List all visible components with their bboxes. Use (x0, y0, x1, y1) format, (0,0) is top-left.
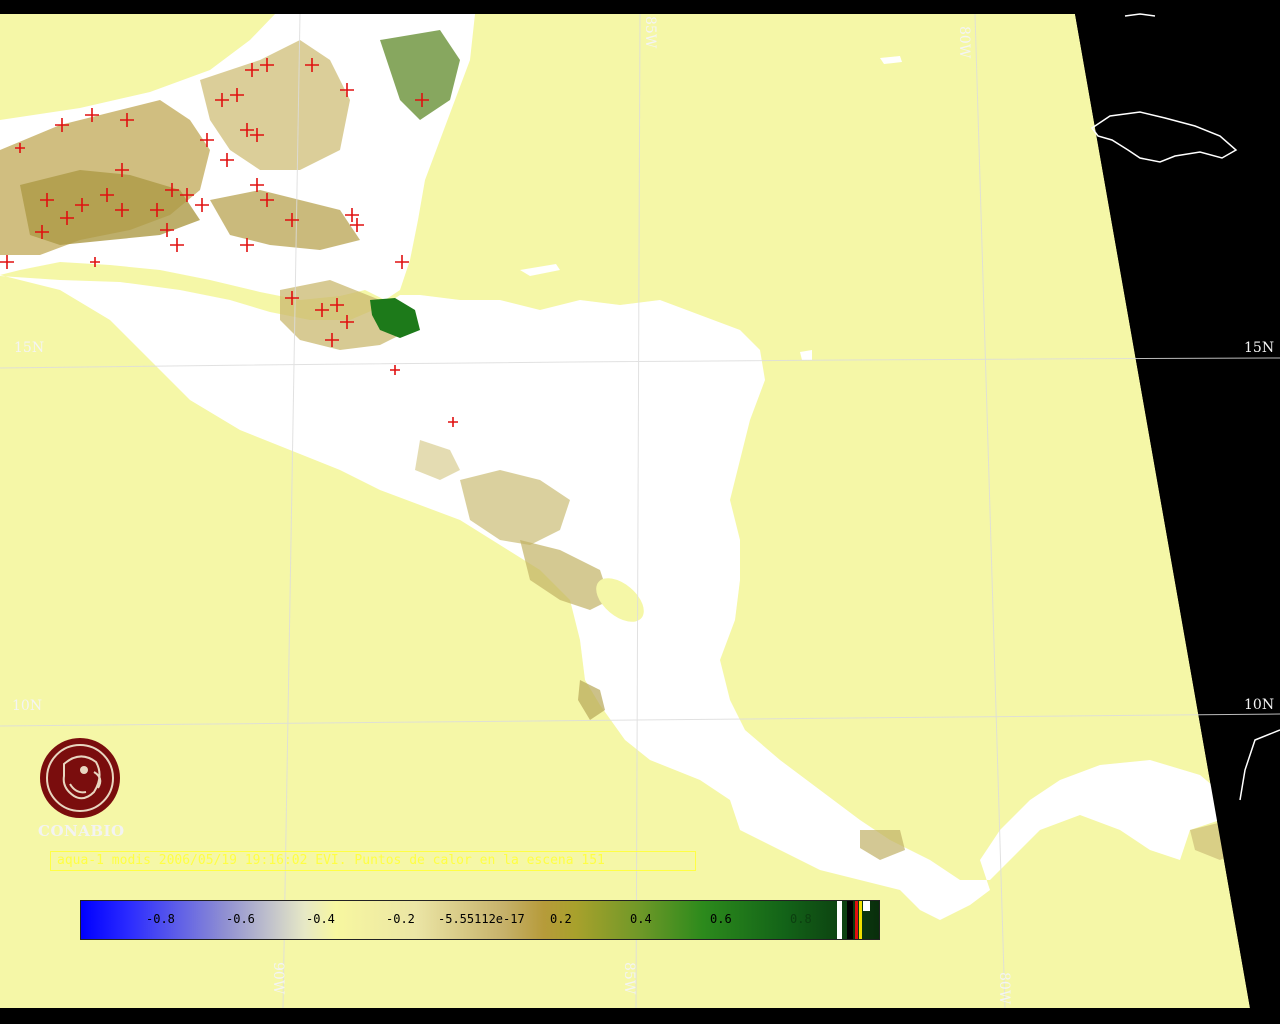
latitude-label: 15N (14, 340, 45, 356)
colorbar-flag-red (855, 901, 858, 939)
longitude-label: 80W (956, 26, 972, 59)
colorbar-tick: 0.4 (630, 912, 652, 926)
colorbar-flag-black (847, 901, 853, 939)
longitude-label: 85W (642, 16, 658, 49)
colorbar-tick: -0.8 (146, 912, 175, 926)
colorbar-tick: 0.2 (550, 912, 572, 926)
colorbar-tick: -5.55112e-17 (438, 912, 525, 926)
scene-caption: aqua-1 modis 2006/05/19 19:16:02 EVI. Pu… (50, 851, 696, 871)
colorbar-tick: 0.6 (710, 912, 732, 926)
colorbar-flag-white (837, 901, 842, 939)
colorbar-flag-white-2 (863, 901, 870, 911)
longitude-label: 80W (996, 972, 1012, 1005)
colorbar-tick: -0.4 (306, 912, 335, 926)
caption-text: aqua-1 modis 2006/05/19 19:16:02 EVI. Pu… (57, 853, 605, 868)
latitude-label: 15N (1244, 340, 1275, 356)
longitude-label: 85W (621, 962, 637, 995)
latitude-label: 10N (1244, 697, 1275, 713)
colorbar-tick: -0.6 (226, 912, 255, 926)
latitude-label: 10N (12, 698, 43, 714)
colorbar-tick: 0.8 (790, 912, 812, 926)
map-viewer: 15N 15N 10N 10N 85W 80W 90W 85W 80W CONA… (0, 0, 1280, 1024)
colorbar-flag-yellow (859, 901, 862, 939)
conabio-macaw-logo-icon (40, 738, 120, 818)
logo-text: CONABIO (38, 822, 125, 840)
longitude-label: 90W (270, 962, 286, 995)
colorbar-tick: -0.2 (386, 912, 415, 926)
